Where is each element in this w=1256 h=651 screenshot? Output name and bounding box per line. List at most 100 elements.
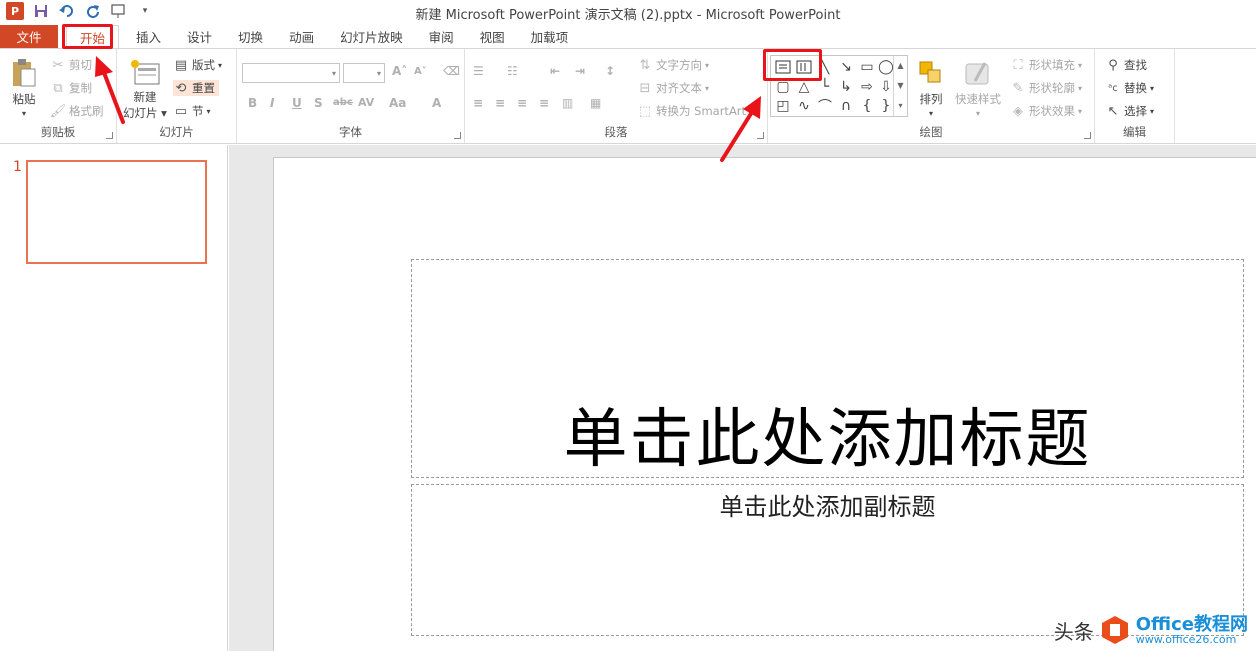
tab-review[interactable]: 审阅 (416, 25, 467, 48)
text-direction-button[interactable]: ⇅ 文字方向 ▾ (637, 57, 709, 73)
gallery-down-icon[interactable]: ▼ (894, 76, 907, 96)
curve-icon[interactable]: ∩ (837, 97, 855, 115)
shape-outline-button[interactable]: ✎ 形状轮廓 ▾ (1010, 80, 1082, 96)
font-group-label: 字体 (339, 125, 362, 139)
drawing-launcher-icon[interactable] (1084, 132, 1091, 139)
select-label: 选择 (1124, 104, 1147, 118)
copy-icon: ⧉ (53, 80, 63, 96)
editing-group: ⚲ 查找 ᵃc 替换 ▾ ↖ 选择 ▾ 编辑 (1095, 49, 1175, 143)
layout-label: 版式 (192, 58, 215, 72)
italic-button[interactable]: I (270, 96, 274, 110)
font-name-dropdown-icon: ▾ (331, 69, 336, 78)
left-brace-icon[interactable]: { (858, 97, 876, 115)
find-button[interactable]: ⚲ 查找 (1105, 57, 1147, 73)
arrange-button[interactable]: 排列 ▾ (915, 57, 947, 118)
arc-icon[interactable]: ⌒ (816, 97, 834, 115)
shrink-font-button[interactable]: A˅ (414, 66, 427, 77)
shape-fill-label: 形状填充 (1029, 58, 1075, 72)
shape-fill-dropdown-icon: ▾ (1078, 60, 1083, 70)
smartart-button[interactable]: ⬚ 转换为 SmartArt ▾ (637, 103, 753, 119)
shape-effects-button[interactable]: ◈ 形状效果 ▾ (1010, 103, 1082, 119)
binoculars-icon: ⚲ (1108, 57, 1118, 73)
smartart-dropdown-icon: ▾ (749, 106, 754, 116)
format-painter-button[interactable]: 🖌 格式刷 (50, 103, 104, 119)
copy-label: 复制 (69, 81, 92, 95)
align-center-icon[interactable]: ≡ (495, 96, 505, 110)
tab-design[interactable]: 设计 (174, 25, 225, 48)
slides-group: 新建 幻灯片 ▾ ▤ 版式 ▾ ⟲ 重置 ▭ 节 ▾ 幻灯片 (117, 49, 237, 143)
shapes-gallery-scrollbar[interactable]: ▲ ▼ ▾ (893, 56, 907, 116)
slide-canvas[interactable]: 单击此处添加标题 单击此处添加副标题 (273, 157, 1256, 651)
font-size-dropdown-icon: ▾ (376, 69, 381, 78)
decrease-indent-icon[interactable]: ⇤ (550, 64, 560, 78)
watermark-prefix: 头条 (1053, 619, 1094, 644)
font-color-button[interactable]: A (432, 96, 441, 110)
copy-button[interactable]: ⧉ 复制 (50, 80, 92, 96)
replace-button[interactable]: ᵃc 替换 ▾ (1105, 80, 1154, 96)
reset-button[interactable]: ⟲ 重置 (173, 80, 219, 96)
rectangle-icon[interactable]: ▭ (858, 58, 876, 76)
title-placeholder[interactable]: 单击此处添加标题 (411, 259, 1244, 478)
underline-button[interactable]: U (292, 96, 302, 110)
font-launcher-icon[interactable] (454, 132, 461, 139)
justify-icon[interactable]: ≡ (539, 96, 549, 110)
tab-slideshow[interactable]: 幻灯片放映 (327, 25, 416, 48)
numbering-icon[interactable]: ☷ (507, 64, 518, 78)
layout-button[interactable]: ▤ 版式 ▾ (173, 57, 222, 73)
window-title: 新建 Microsoft PowerPoint 演示文稿 (2).pptx - … (415, 8, 841, 23)
gallery-more-icon[interactable]: ▾ (894, 96, 907, 116)
editing-group-label: 编辑 (1123, 125, 1146, 139)
font-size-combo[interactable]: ▾ (343, 63, 385, 83)
quick-styles-icon (962, 57, 994, 89)
arrange-label: 排列 (919, 92, 943, 106)
tab-insert[interactable]: 插入 (123, 25, 174, 48)
tab-transitions[interactable]: 切换 (225, 25, 276, 48)
format-painter-label: 格式刷 (69, 104, 104, 118)
line-spacing-icon[interactable]: ↕ (605, 64, 615, 78)
distributed-icon[interactable]: ▥ (562, 96, 573, 110)
watermark-url: www.office26.com (1135, 632, 1237, 646)
character-spacing-button[interactable]: AV (358, 96, 374, 109)
grow-font-button[interactable]: A˄ (392, 64, 407, 78)
paragraph-launcher-icon[interactable] (757, 132, 764, 139)
clipboard-group: 粘贴 ▾ ✂ 剪切 ⧉ 复制 🖌 格式刷 剪贴板 (0, 49, 117, 143)
tab-animations[interactable]: 动画 (276, 25, 327, 48)
section-button[interactable]: ▭ 节 ▾ (173, 103, 211, 119)
right-arrow-icon[interactable]: ⇨ (858, 78, 876, 96)
align-right-icon[interactable]: ≡ (517, 96, 527, 110)
paragraph-group: ☰ ☷ ⇤ ⇥ ↕ ⇅ 文字方向 ▾ ⊟ 对齐文本 ▾ ⬚ 转换为 SmartArt ▾ ≡… (465, 49, 768, 143)
drawing-group-label: 绘图 (919, 125, 943, 139)
freeform-icon[interactable]: ◰ (774, 97, 792, 115)
cut-button[interactable]: ✂ 剪切 (50, 57, 92, 73)
elbow-arrow-icon[interactable]: ↳ (837, 78, 855, 96)
slide-thumbnail[interactable] (26, 160, 207, 264)
arrange-dropdown-icon: ▾ (928, 109, 933, 118)
paste-button[interactable]: 粘贴 ▾ (8, 57, 40, 118)
bullets-icon[interactable]: ☰ (473, 64, 484, 78)
gallery-up-icon[interactable]: ▲ (894, 56, 907, 76)
align-left-icon[interactable]: ≡ (473, 96, 483, 110)
shape-fill-button[interactable]: ⛶ 形状填充 ▾ (1010, 57, 1082, 73)
tab-file[interactable]: 文件 (0, 25, 58, 48)
clear-format-icon[interactable]: ⌫ (443, 64, 460, 78)
scribble-icon[interactable]: ∿ (795, 97, 813, 115)
increase-indent-icon[interactable]: ⇥ (575, 64, 585, 78)
arrow-line-icon[interactable]: ↘ (837, 58, 855, 76)
subtitle-placeholder[interactable]: 单击此处添加副标题 (411, 484, 1244, 636)
quick-styles-button[interactable]: 快速样式 ▾ (955, 57, 1001, 118)
clipboard-launcher-icon[interactable] (106, 132, 113, 139)
tab-view[interactable]: 视图 (467, 25, 518, 48)
clipboard-group-label: 剪贴板 (40, 125, 76, 139)
align-text-button[interactable]: ⊟ 对齐文本 ▾ (637, 80, 709, 96)
font-name-combo[interactable]: ▾ (242, 63, 340, 83)
cursor-icon: ↖ (1107, 103, 1119, 119)
strikethrough-button[interactable]: abc (333, 97, 353, 108)
smartart-icon: ⬚ (638, 103, 652, 119)
shadow-button[interactable]: S (314, 96, 323, 110)
change-case-button[interactable]: Aa (389, 96, 406, 110)
columns-icon[interactable]: ▦ (590, 96, 601, 110)
tab-addins[interactable]: 加载项 (518, 25, 582, 48)
bold-button[interactable]: B (248, 96, 257, 110)
new-slide-button[interactable]: 新建 幻灯片 ▾ (123, 57, 167, 121)
select-button[interactable]: ↖ 选择 ▾ (1105, 103, 1154, 119)
